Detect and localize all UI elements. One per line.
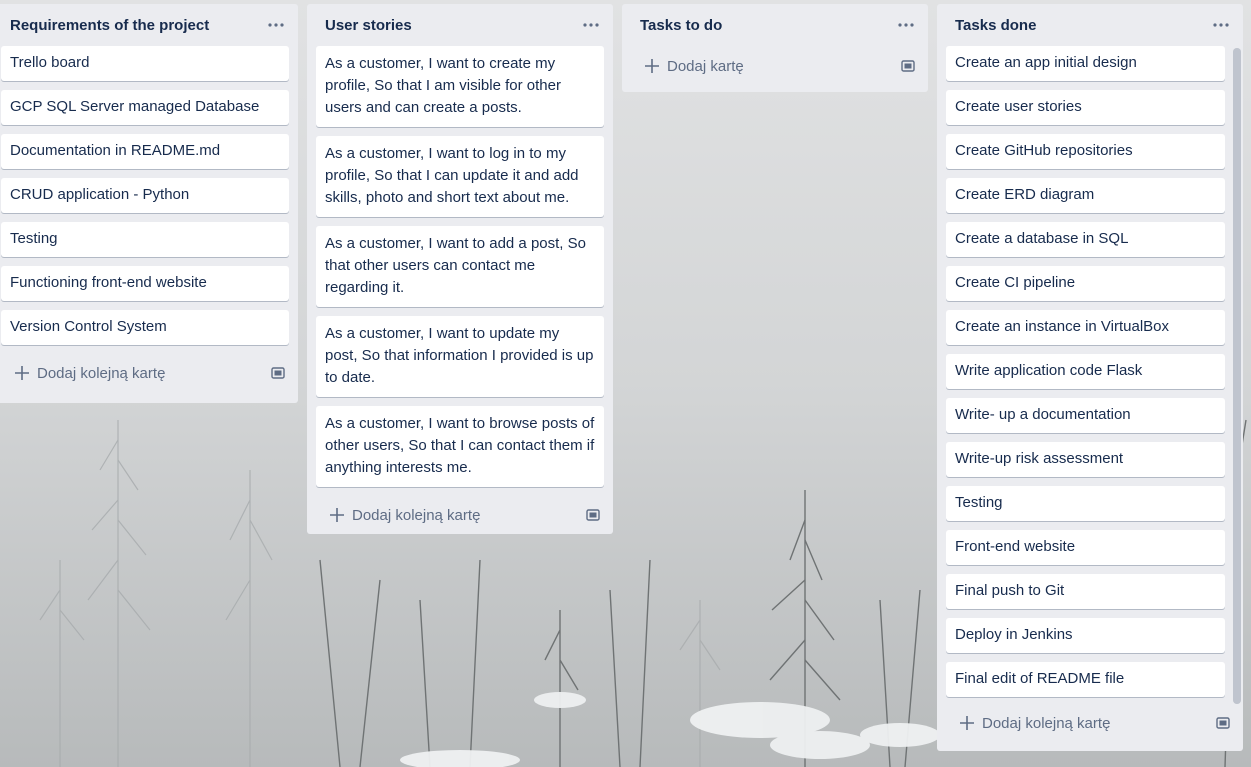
card[interactable]: GCP SQL Server managed Database bbox=[1, 90, 289, 125]
card-template-icon[interactable] bbox=[900, 58, 916, 74]
card[interactable]: Create a database in SQL bbox=[946, 222, 1225, 257]
card[interactable]: Create ERD diagram bbox=[946, 178, 1225, 213]
ellipsis-icon[interactable] bbox=[894, 13, 918, 37]
list-title[interactable]: Tasks done bbox=[955, 17, 1036, 34]
list-tasks-to-do: Tasks to do Dodaj kartę bbox=[622, 4, 928, 92]
card[interactable]: Write application code Flask bbox=[946, 354, 1225, 389]
add-card-button[interactable]: Dodaj kolejną kartę bbox=[937, 706, 1243, 740]
plus-icon bbox=[15, 366, 29, 380]
card[interactable]: Front-end website bbox=[946, 530, 1225, 565]
scroll-thumb[interactable] bbox=[1233, 48, 1241, 704]
card[interactable]: Create GitHub repositories bbox=[946, 134, 1225, 169]
ellipsis-icon[interactable] bbox=[579, 13, 603, 37]
card-template-icon[interactable] bbox=[585, 507, 601, 523]
add-card-button[interactable]: Dodaj kolejną kartę bbox=[0, 354, 298, 392]
card[interactable]: Trello board bbox=[1, 46, 289, 81]
plus-icon bbox=[645, 59, 659, 73]
plus-icon bbox=[960, 716, 974, 730]
add-card-label: Dodaj kolejną kartę bbox=[982, 714, 1111, 732]
card[interactable]: Write-up risk assessment bbox=[946, 442, 1225, 477]
plus-icon bbox=[330, 508, 344, 522]
card-template-icon[interactable] bbox=[1215, 715, 1231, 731]
list-user-stories: User stories As a customer, I want to cr… bbox=[307, 4, 613, 534]
ellipsis-icon[interactable] bbox=[1209, 13, 1233, 37]
list-requirements: Requirements of the project Trello board… bbox=[0, 4, 298, 403]
list-title[interactable]: Requirements of the project bbox=[10, 17, 209, 34]
card[interactable]: Testing bbox=[1, 222, 289, 257]
card[interactable]: Final edit of README file bbox=[946, 662, 1225, 697]
list-scrollbar[interactable] bbox=[1233, 48, 1241, 704]
card[interactable]: Create user stories bbox=[946, 90, 1225, 125]
card[interactable]: Create CI pipeline bbox=[946, 266, 1225, 301]
card[interactable]: CRUD application - Python bbox=[1, 178, 289, 213]
card-template-icon[interactable] bbox=[270, 365, 286, 381]
card[interactable]: Version Control System bbox=[1, 310, 289, 345]
add-card-label: Dodaj kolejną kartę bbox=[352, 506, 481, 524]
list-title[interactable]: User stories bbox=[325, 17, 412, 34]
card[interactable]: Write- up a documentation bbox=[946, 398, 1225, 433]
card[interactable]: Create an app initial design bbox=[946, 46, 1225, 81]
list-title[interactable]: Tasks to do bbox=[640, 17, 722, 34]
ellipsis-icon[interactable] bbox=[264, 13, 288, 37]
add-card-label: Dodaj kartę bbox=[667, 57, 744, 75]
card[interactable]: As a customer, I want to update my post,… bbox=[316, 316, 604, 397]
card[interactable]: As a customer, I want to add a post, So … bbox=[316, 226, 604, 307]
card[interactable]: Testing bbox=[946, 486, 1225, 521]
card[interactable]: Create an instance in VirtualBox bbox=[946, 310, 1225, 345]
add-card-label: Dodaj kolejną kartę bbox=[37, 364, 166, 382]
card[interactable]: Deploy in Jenkins bbox=[946, 618, 1225, 653]
card[interactable]: As a customer, I want to create my profi… bbox=[316, 46, 604, 127]
card[interactable]: Documentation in README.md bbox=[1, 134, 289, 169]
card[interactable]: Functioning front-end website bbox=[1, 266, 289, 301]
card[interactable]: Final push to Git bbox=[946, 574, 1225, 609]
add-card-button[interactable]: Dodaj kartę bbox=[622, 46, 928, 86]
list-tasks-done: Tasks done Create an app initial design … bbox=[937, 4, 1243, 751]
add-card-button[interactable]: Dodaj kolejną kartę bbox=[307, 496, 613, 534]
card[interactable]: As a customer, I want to log in to my pr… bbox=[316, 136, 604, 217]
card[interactable]: As a customer, I want to browse posts of… bbox=[316, 406, 604, 487]
